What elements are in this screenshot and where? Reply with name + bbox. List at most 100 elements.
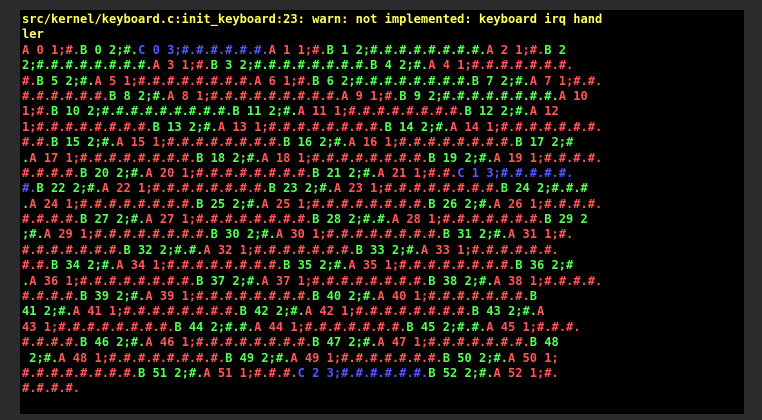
console-segment: A 31 1;#. xyxy=(507,227,574,242)
console-segment: B 50 2;#. xyxy=(442,350,508,365)
console-segment: B 18 2;#. xyxy=(196,150,262,165)
console-segment: C 1 3;#.#.#.#.#. xyxy=(457,165,574,180)
console-segment: A 7 1;#.#. xyxy=(529,73,603,88)
console-segment: B 51 2;#. xyxy=(138,365,204,380)
console-segment: A 36 1;#.#.#.#.#.#.#.#. xyxy=(29,273,197,288)
console-segment: B 8 2;#. xyxy=(109,88,168,103)
console-segment: A 20 1;#.#.#.#.#.#.#.#. xyxy=(145,165,313,180)
console-segment: B 4 2;#. xyxy=(370,58,429,73)
console-segment: A 9 1;#. xyxy=(341,88,400,103)
console-segment: A 23 1;#.#.#.#.#.#.#.#. xyxy=(333,181,501,196)
console-segment: A 19 1;#.#.#.#. xyxy=(493,150,603,165)
console-segment: B xyxy=(529,289,537,304)
console-segment: ;#. xyxy=(22,227,44,242)
console-segment: B 31 2;#. xyxy=(442,227,508,242)
console-segment: A 3 1;#. xyxy=(152,58,211,73)
console-segment: A 12 xyxy=(529,104,559,119)
console-segment: A 52 1;#. xyxy=(493,365,559,380)
console-line: .A 36 1;#.#.#.#.#.#.#.#.B 37 2;#.A 37 1;… xyxy=(22,274,744,289)
console-segment: A 8 1;#.#.#.#.#.#.#.#.#. xyxy=(167,88,342,103)
console-line: #.#.#.#. xyxy=(22,381,744,396)
console-segment: B 35 2;#. xyxy=(283,258,349,273)
console-segment: A 13 1;#.#.#.#.#.#.#.#. xyxy=(217,119,385,134)
console-line: #.#.#.#.#.#.#.B 32 2;#.#.A 32 1;#.#.#.#.… xyxy=(22,243,744,258)
console-segment: #.#.#.#. xyxy=(22,212,81,227)
console-segment: B 29 2 xyxy=(544,212,588,227)
console-segment: B 44 2;#.#. xyxy=(174,319,255,334)
console-line: #.B 22 2;#.A 22 1;#.#.#.#.#.#.#.#.B 23 2… xyxy=(22,181,744,196)
console-segment: B 21 2;#. xyxy=(312,165,378,180)
console-segment: B 17 2;# xyxy=(515,135,574,150)
console-segment: #. xyxy=(22,181,37,196)
console-segment: A 0 1;#. xyxy=(22,42,81,57)
console-segment: B 7 2;#. xyxy=(471,73,530,88)
console-segment: A 11 1;#.#.#.#.#.#.#.#. xyxy=(297,104,465,119)
console-line: #.#.B 15 2;#.A 15 1;#.#.#.#.#.#.#.#.B 16… xyxy=(22,135,744,150)
console-segment: A 45 1;#.#.#. xyxy=(486,319,581,334)
console-segment: A 28 1;#.#.#.#.#.#.#. xyxy=(391,212,545,227)
console-segment: B 36 2;# xyxy=(515,258,574,273)
console-segment: A 47 1;#.#.#.#.#.#.#. xyxy=(377,335,530,350)
console-segment: A 16 1;#.#.#.#.#.#.#.#. xyxy=(348,135,516,150)
warning-text: ler xyxy=(22,27,44,42)
console-segment: B 2 xyxy=(544,42,567,57)
console-segment: B 15 2;#. xyxy=(51,135,117,150)
console-segment: #.#.#.#.#.#.#. xyxy=(22,242,124,257)
console-segment: #.#.#.#.#.#.#.#. xyxy=(22,365,139,380)
console-segment: C 0 3;#.#.#.#.#.#. xyxy=(138,42,269,57)
console-line: #.#.#.#.B 27 2;#.A 27 1;#.#.#.#.#.#.#.#.… xyxy=(22,212,744,227)
console-line: #.#.#.#.#.#.#.#.B 51 2;#.A 51 1;#.#.#.C … xyxy=(22,366,744,381)
console-segment: B 45 2;#.#. xyxy=(406,319,487,334)
console-segment: B 11 2;#. xyxy=(232,104,298,119)
console-segment: B 1 2;#.#.#.#.#.#.#.#. xyxy=(326,42,487,57)
console-segment: A 46 1;#.#.#.#.#.#.#.#. xyxy=(145,335,313,350)
console-line: 1;#.#.#.#.#.#.#.#.B 13 2;#.A 13 1;#.#.#.… xyxy=(22,120,744,135)
console-segment: B 47 2;#. xyxy=(312,335,378,350)
console-segment: A 21 1;#.#. xyxy=(377,165,458,180)
console-line: src/kernel/keyboard.c:init_keyboard:23: … xyxy=(22,12,744,27)
console-segment: #.#. xyxy=(22,258,52,273)
console-segment: A 30 1;#.#.#.#.#.#.#.#. xyxy=(275,227,443,242)
console-segment: B 14 2;#. xyxy=(384,119,450,134)
console-segment: A 35 1;#.#.#.#.#.#.#.#. xyxy=(348,258,516,273)
console-segment: 1;#.#.#.#.#.#.#.#. xyxy=(22,119,153,134)
console-segment: #.#.#.#.#.#. xyxy=(22,88,110,103)
console-segment: A 1 1;#. xyxy=(268,42,327,57)
console-segment: A 51 1;#.#.#. xyxy=(203,365,298,380)
console-segment: B 25 2;#. xyxy=(196,196,262,211)
console-segment: A 44 1;#.#.#.#.#.#.#. xyxy=(254,319,407,334)
console-segment: A 10 xyxy=(558,88,588,103)
console-line: 2;#.A 48 1;#.#.#.#.#.#.#.#.B 49 2;#.A 49… xyxy=(22,351,744,366)
console-segment: A 24 1;#.#.#.#.#.#.#.#. xyxy=(29,196,197,211)
console-line: ler xyxy=(22,27,744,42)
console-segment: A 5 1;#.#.#.#.#.#.#.#. xyxy=(94,73,255,88)
console-line: .A 17 1;#.#.#.#.#.#.#.#.B 18 2;#.A 18 1;… xyxy=(22,151,744,166)
console-segment: #.#.#.#. xyxy=(22,165,81,180)
console-segment: A 41 1;#.#.#.#.#.#.#.#. xyxy=(72,304,240,319)
console-line: #.#.#.#.B 20 2;#.A 20 1;#.#.#.#.#.#.#.#.… xyxy=(22,166,744,181)
console-segment: A 42 1;#.#.#.#.#.#.#.#. xyxy=(304,304,472,319)
console-segment: A 22 1;#.#.#.#.#.#.#.#. xyxy=(101,181,269,196)
console-segment: A 14 1;#.#.#.#.#.#.#. xyxy=(449,119,603,134)
console-segment: #. xyxy=(22,73,37,88)
console-segment: A 40 1;#.#.#.#.#.#.#. xyxy=(377,289,530,304)
console-segment: 43 1;#.#.#.#.#.#.#.#. xyxy=(22,319,175,334)
console-segment: B 22 2;#. xyxy=(36,181,102,196)
vm-window-frame: src/kernel/keyboard.c:init_keyboard:23: … xyxy=(0,0,762,420)
console-line: ;#.A 29 1;#.#.#.#.#.#.#.#.B 30 2;#.A 30 … xyxy=(22,227,744,242)
console-segment: #.#.#.#. xyxy=(22,289,81,304)
console-segment: B 33 2;#. xyxy=(355,242,421,257)
console-segment: B 32 2;#.#. xyxy=(123,242,204,257)
console-segment: 2;#.#.#.#.#.#.#.#. xyxy=(22,58,153,73)
console-segment: A 38 1;#.#.#.#. xyxy=(493,273,603,288)
console-segment: B 46 2;#. xyxy=(80,335,146,350)
console-segment: B 20 2;#. xyxy=(80,165,146,180)
console-screen[interactable]: src/kernel/keyboard.c:init_keyboard:23: … xyxy=(20,10,744,414)
console-segment: 41 2;#. xyxy=(22,304,73,319)
console-segment: A 49 1;#.#.#.#.#.#.#. xyxy=(290,350,443,365)
console-line: .A 24 1;#.#.#.#.#.#.#.#.B 25 2;#.A 25 1;… xyxy=(22,197,744,212)
console-segment: B 52 2;#. xyxy=(428,365,494,380)
console-segment: B 43 2;#. xyxy=(471,304,537,319)
warning-text: src/kernel/keyboard.c:init_keyboard:23: … xyxy=(22,12,603,26)
console-line: #.B 5 2;#.A 5 1;#.#.#.#.#.#.#.#.A 6 1;#.… xyxy=(22,74,744,89)
